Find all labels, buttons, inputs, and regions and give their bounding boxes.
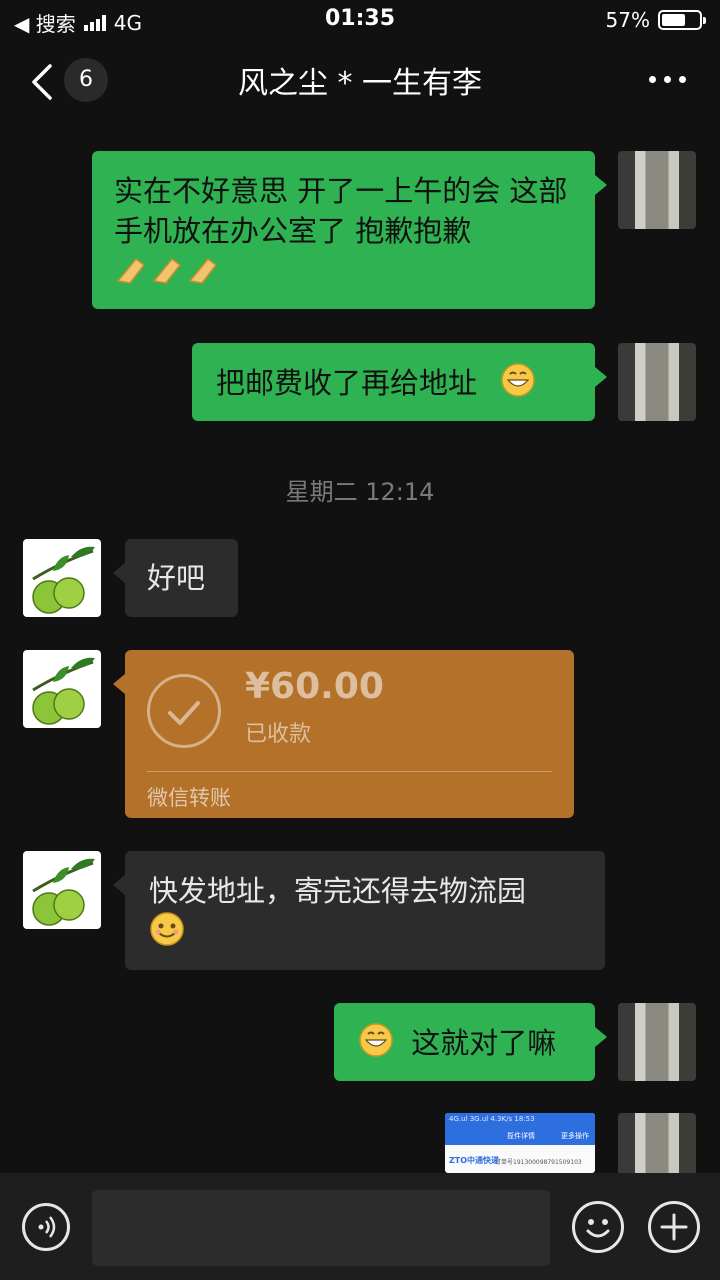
chat-timestamp: 星期二 12:14 [285, 478, 435, 506]
message-bubble-self[interactable]: 实在不好意思 开了一上午的会 这部手机放在办公室了 抱歉抱歉 [92, 151, 607, 309]
contact-avatar[interactable] [23, 851, 101, 929]
status-right: 57% [605, 8, 706, 32]
message-text: 这就对了嘛 [411, 1026, 557, 1060]
transfer-amount: ¥60.00 [245, 666, 384, 707]
message-text: 好吧 [147, 561, 206, 595]
message-bubble-other[interactable]: 好吧 [113, 539, 238, 617]
transfer-status: 已收款 [245, 722, 312, 747]
thumb-status-text: 4G.ul 3G.ul 4.3K/s 18:53 [449, 1115, 535, 1123]
add-more-icon[interactable] [648, 1201, 700, 1253]
self-avatar[interactable] [618, 343, 696, 421]
thumb-order-number: 订单号1913000987915091​03 [495, 1159, 582, 1166]
grin-emoji [500, 362, 536, 408]
self-avatar[interactable] [618, 151, 696, 229]
clap-hands-emoji [114, 251, 224, 297]
message-bubble-self[interactable]: 把邮费收了再给地址 [192, 343, 607, 421]
grin-emoji [358, 1022, 394, 1068]
status-bar: ◀ 搜索 4G 01:35 57% [0, 0, 720, 40]
message-input[interactable] [92, 1190, 550, 1266]
transfer-card[interactable]: ¥60.00 已收款 微信转账 [113, 650, 574, 818]
message-bubble-other[interactable]: 快发地址，寄完还得去物流园 [113, 851, 605, 970]
message-text: 快发地址，寄完还得去物流园 [149, 874, 527, 908]
checkmark-icon [147, 674, 221, 748]
chat-title: 风之尘 * 一生有李 [237, 66, 483, 101]
battery-percent: 57% [605, 8, 650, 32]
more-options-icon[interactable] [649, 76, 686, 83]
thumb-title: 揽件详情 [507, 1132, 535, 1140]
thumb-action: 更多操作 [561, 1132, 589, 1140]
message-text: 把邮费收了再给地址 [216, 366, 478, 400]
self-avatar[interactable] [618, 1003, 696, 1081]
divider [147, 771, 552, 772]
smile-emoji [149, 911, 185, 957]
image-message-thumbnail[interactable]: 4G.ul 3G.ul 4.3K/s 18:53 揽件详情 更多操作 ZTO中通… [445, 1113, 595, 1173]
emoji-picker-icon[interactable] [572, 1201, 624, 1253]
battery-icon [658, 10, 706, 30]
voice-input-icon[interactable] [22, 1203, 70, 1251]
transfer-footer: 微信转账 [147, 786, 231, 810]
message-bubble-self[interactable]: 这就对了嘛 [334, 1003, 607, 1081]
contact-avatar[interactable] [23, 539, 101, 617]
self-avatar[interactable] [618, 1113, 696, 1173]
zto-logo: ZTO中通快递 [449, 1156, 500, 1165]
contact-avatar[interactable] [23, 650, 101, 728]
message-text: 实在不好意思 开了一上午的会 这部手机放在办公室了 抱歉抱歉 [114, 174, 568, 248]
